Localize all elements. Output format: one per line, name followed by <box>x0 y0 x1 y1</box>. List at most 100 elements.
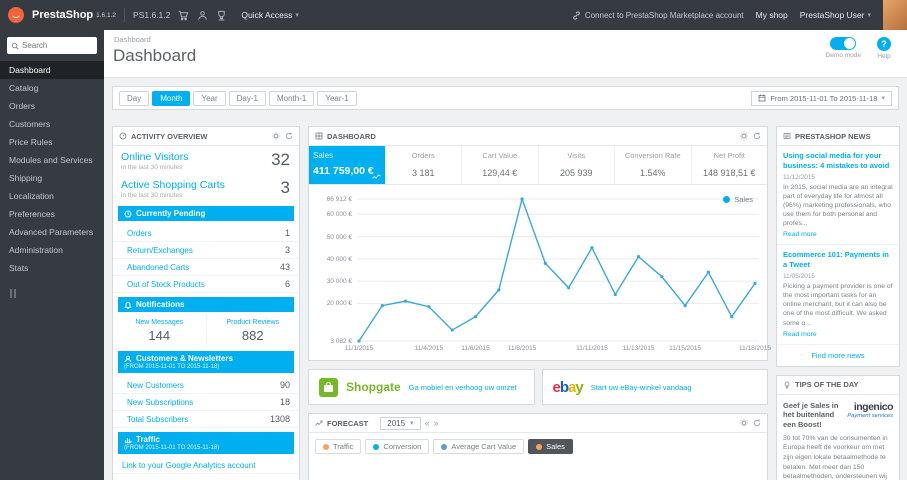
kpi-orders[interactable]: Orders 3 181 <box>384 146 462 184</box>
kpi-conversion-rate[interactable]: Conversion Rate 1.54% <box>614 146 691 184</box>
customers-row-subscriptions: New Subscriptions 18 <box>113 394 299 411</box>
abandoned-carts-link[interactable]: Abandoned Carts <box>127 263 189 272</box>
right-column: PRESTASHOP NEWS Using social media for y… <box>776 126 900 480</box>
sales-trend-icon <box>371 174 381 179</box>
sidebar-collapse-button[interactable] <box>10 289 94 298</box>
main-content: Dashboard Dashboard Demo mode ? Help Day… <box>104 30 907 480</box>
sidebar-item-shipping[interactable]: Shipping <box>0 169 104 187</box>
chevron-down-icon: ▾ <box>881 95 885 102</box>
page-header: Dashboard Dashboard Demo mode ? Help <box>104 30 907 78</box>
sidebar-item-orders[interactable]: Orders <box>0 97 104 115</box>
traffic-icon <box>125 437 132 443</box>
demo-mode-toggle[interactable] <box>830 37 857 50</box>
pending-orders-link[interactable]: Orders <box>127 229 151 238</box>
range-button-month[interactable]: Month <box>152 90 191 106</box>
sidebar-item-price-rules[interactable]: Price Rules <box>0 133 104 151</box>
clock-icon <box>124 210 132 217</box>
search-input[interactable] <box>22 41 93 50</box>
customer-icon[interactable] <box>197 10 208 21</box>
forecast-legend-average-cart-value[interactable]: Average Cart Value <box>433 439 525 454</box>
news-icon <box>783 132 791 140</box>
panel-refresh-icon[interactable] <box>285 132 293 140</box>
active-carts-link[interactable]: Active Shopping Carts <box>121 179 225 191</box>
sidebar-item-localization[interactable]: Localization <box>0 187 104 205</box>
range-button-month-1[interactable]: Month-1 <box>268 90 315 106</box>
forecast-legend-sales[interactable]: Sales <box>528 439 573 454</box>
new-customers-link[interactable]: New Customers <box>127 381 184 390</box>
shopgate-logo-icon <box>319 377 338 397</box>
read-more-link[interactable]: Read more <box>783 331 817 338</box>
panel-settings-icon[interactable] <box>740 419 748 427</box>
divider <box>124 8 126 22</box>
module-promos: Shopgate Ga mobiel en verhoog uw omzet e… <box>308 369 768 405</box>
chart-legend[interactable]: Sales <box>723 195 753 204</box>
online-visitors-link[interactable]: Online Visitors <box>121 151 189 163</box>
chart-plot-area <box>357 193 759 343</box>
news-article-link[interactable]: Using social media for your business: 4 … <box>783 151 893 171</box>
sidebar-item-dashboard[interactable]: Dashboard <box>0 61 104 79</box>
kpi-cart-value[interactable]: Cart Value 129,44 € <box>461 146 538 184</box>
news-article-date: 11/12/2015 <box>783 173 816 181</box>
read-more-link[interactable]: Read more <box>783 231 817 238</box>
sidebar-item-catalog[interactable]: Catalog <box>0 79 104 97</box>
new-messages-value: 144 <box>148 328 171 343</box>
forecast-legend-traffic[interactable]: Traffic <box>315 439 362 454</box>
google-analytics-link[interactable]: Link to your Google Analytics account <box>122 461 255 470</box>
find-more-news-link[interactable]: Find more news <box>777 345 899 366</box>
quick-access-menu[interactable]: Quick Access ▾ <box>241 10 299 20</box>
total-subscribers-value: 1308 <box>269 414 290 424</box>
sidebar-item-administration[interactable]: Administration <box>0 241 104 259</box>
panel-refresh-icon[interactable] <box>753 132 761 140</box>
new-subscriptions-link[interactable]: New Subscriptions <box>127 398 193 407</box>
toggle-knob <box>844 38 856 49</box>
range-button-day-1[interactable]: Day-1 <box>228 90 266 106</box>
sidebar-search[interactable] <box>7 37 97 54</box>
panel-settings-icon[interactable] <box>740 132 748 140</box>
help-icon[interactable]: ? <box>877 37 891 51</box>
sidebar-item-modules-and-services[interactable]: Modules and Services <box>0 151 104 169</box>
marketplace-connect-link[interactable]: Connect to PrestaShop Marketplace accoun… <box>572 11 744 20</box>
ebay-link[interactable]: Start uw eBay-winkel vandaag <box>591 383 692 392</box>
sidebar-item-stats[interactable]: Stats <box>0 259 104 277</box>
new-messages-stat[interactable]: New Messages 144 <box>113 316 206 347</box>
user-menu[interactable]: PrestaShop User ▾ <box>800 10 871 20</box>
panel-refresh-icon[interactable] <box>753 419 761 427</box>
forecast-next-icon[interactable]: » <box>434 418 439 428</box>
product-reviews-stat[interactable]: Product Reviews 882 <box>205 316 300 347</box>
link-icon <box>573 10 580 20</box>
forecast-year-select[interactable]: 2015 ▾ <box>380 416 421 430</box>
chevron-down-icon: ▾ <box>295 12 299 19</box>
sidebar-item-advanced-parameters[interactable]: Advanced Parameters <box>0 223 104 241</box>
news-article-link[interactable]: Ecommerce 101: Payments in a Tweet <box>783 250 893 270</box>
date-range-picker[interactable]: From 2015-11-01 To 2015-11-18 ▾ <box>751 90 892 106</box>
panel-settings-icon[interactable] <box>272 132 280 140</box>
my-shop-link[interactable]: My shop <box>756 10 788 20</box>
prestashop-logo-icon[interactable] <box>8 7 24 23</box>
range-button-year[interactable]: Year <box>193 90 226 106</box>
out-of-stock-link[interactable]: Out of Stock Products <box>127 280 205 289</box>
cart-icon[interactable] <box>178 10 189 21</box>
pending-returns-value: 3 <box>284 245 290 255</box>
dashboard-panel: DASHBOARD Sales 411 759,00 € Orders 3 18… <box>308 126 771 361</box>
out-of-stock-value: 6 <box>284 279 290 289</box>
sidebar-item-preferences[interactable]: Preferences <box>0 205 104 223</box>
range-button-day[interactable]: Day <box>119 90 150 106</box>
trophy-icon[interactable] <box>216 10 227 21</box>
kpi-visits[interactable]: Visits 205 939 <box>537 146 615 184</box>
forecast-prev-icon[interactable]: « <box>425 418 430 428</box>
range-button-year-1[interactable]: Year-1 <box>317 90 357 106</box>
forecast-legend: Traffic Conversion Average Cart Value Sa… <box>309 433 767 460</box>
pending-returns-link[interactable]: Return/Exchanges <box>127 246 193 255</box>
forecast-plot-area <box>309 460 767 480</box>
forecast-legend-conversion[interactable]: Conversion <box>365 439 430 454</box>
tips-of-the-day-panel: TIPS OF THE DAY Geef je Sales in het bui… <box>776 374 900 480</box>
online-visitors-count: 32 <box>271 150 290 169</box>
total-subscribers-link[interactable]: Total Subscribers <box>127 415 188 424</box>
sales-chart: Sales 3 082 €20 000 €30 000 €40 000 €50 … <box>309 185 771 360</box>
sidebar-item-customers[interactable]: Customers <box>0 115 104 133</box>
shopgate-link[interactable]: Ga mobiel en verhoog uw omzet <box>409 383 517 392</box>
news-article-2: Ecommerce 101: Payments in a Tweet 11/05… <box>777 245 899 345</box>
user-avatar[interactable] <box>883 0 907 30</box>
kpi-sales[interactable]: Sales 411 759,00 € <box>309 146 385 184</box>
kpi-net-profit[interactable]: Net Profit 148 918,51 € <box>690 146 768 184</box>
